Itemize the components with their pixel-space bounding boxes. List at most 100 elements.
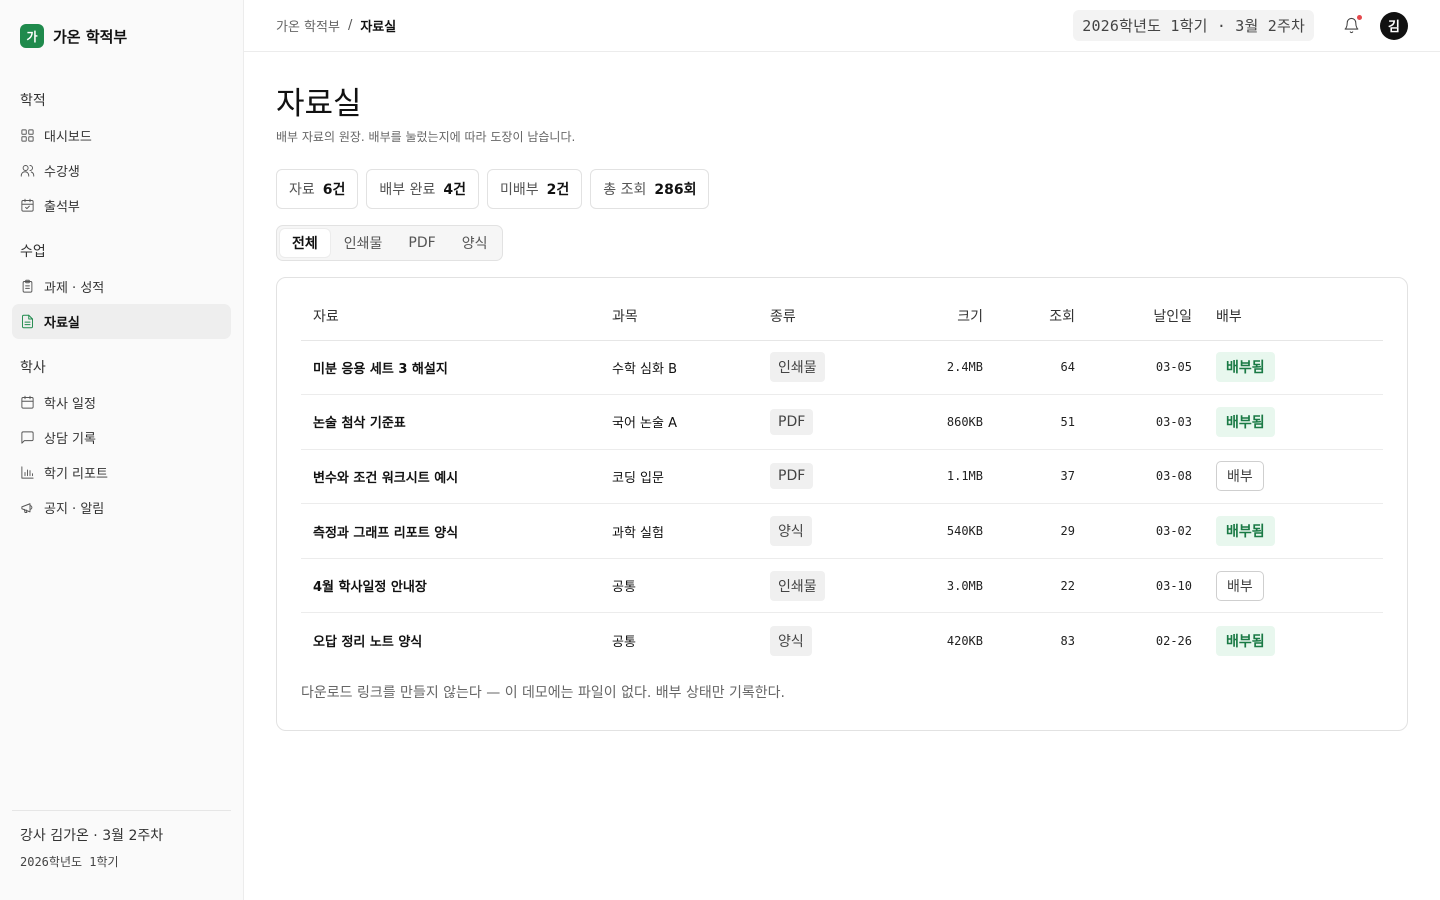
cell-subject: 국어 논술 A <box>600 394 758 450</box>
distributed-badge: 배부됨 <box>1216 352 1275 383</box>
calendar-icon <box>21 395 34 409</box>
type-pill: 인쇄물 <box>770 570 825 601</box>
table-row[interactable]: 미분 응용 세트 3 해설지 수학 심화 B 인쇄물 2.4MB 64 03-0… <box>301 340 1383 396</box>
page-subtitle: 배부 자료의 원장. 배부를 눌렀는지에 따라 도장이 남습니다. <box>276 130 576 144</box>
main: 가온 학적부 / 자료실 2026학년도 1학기 · 3월 2주차 김 자료실 … <box>244 0 1440 900</box>
sidebar-item-clipboard[interactable]: 과제 · 성적 <box>12 269 231 304</box>
table-header-row: 자료 과목 종류 크기 조회 날인일 배부 <box>301 292 1383 341</box>
term-info: 2026학년도 1학기 <box>20 855 119 869</box>
cell-type: PDF <box>758 449 878 505</box>
clipboard-icon <box>22 279 33 293</box>
stat-value: 4건 <box>443 182 466 198</box>
page-title: 자료실 <box>276 86 362 122</box>
sidebar-item-users[interactable]: 수강생 <box>12 153 231 188</box>
materials-table: 자료 과목 종류 크기 조회 날인일 배부 미분 응용 세트 3 해설지 수학 … <box>301 292 1383 668</box>
header-views[interactable]: 조회 <box>995 292 1087 341</box>
table-row[interactable]: 논술 첨삭 기준표 국어 논술 A PDF 860KB 51 03-03 배부됨 <box>301 394 1383 450</box>
cell-name: 측정과 그래프 리포트 양식 <box>301 503 600 559</box>
sidebar-item-message[interactable]: 상담 기록 <box>12 420 231 455</box>
tab-0[interactable]: 전체 <box>280 229 330 257</box>
sidebar-item-grid[interactable]: 대시보드 <box>12 118 231 153</box>
type-pill: 양식 <box>770 516 812 547</box>
cell-size: 420KB <box>946 633 983 648</box>
notification-dot <box>1357 14 1362 20</box>
sidebar-nav: 학적 대시보드 수강생 출석부 수업 과제 · 성적 자료실 학사 학사 일정 상담 기록 학기 리… <box>12 72 231 525</box>
header-size[interactable]: 크기 <box>878 292 995 341</box>
sidebar-item-label: 학기 리포트 <box>44 467 108 482</box>
material-name: 오답 정리 노트 양식 <box>313 635 423 651</box>
tab-1[interactable]: 인쇄물 <box>332 229 395 257</box>
breadcrumb-separator: / <box>347 18 353 33</box>
type-pill: PDF <box>770 408 814 435</box>
sidebar-item-label: 과제 · 성적 <box>44 281 105 296</box>
material-name: 논술 첨삭 기준표 <box>313 416 406 432</box>
table-row[interactable]: 4월 학사일정 안내장 공통 인쇄물 3.0MB 22 03-10 배부 <box>301 558 1383 614</box>
nav-section-title: 학사 <box>20 360 46 376</box>
table-row[interactable]: 변수와 조건 워크시트 예시 코딩 입문 PDF 1.1MB 37 03-08 … <box>301 449 1383 505</box>
sidebar-footer: 강사 김가온 · 3월 2주차 2026학년도 1학기 <box>12 810 231 900</box>
cell-status: 배부됨 <box>1204 503 1383 559</box>
cell-size: 3.0MB <box>878 558 995 614</box>
cell-date: 03-03 <box>1087 394 1204 450</box>
filter-tabs: 전체 인쇄물 PDF 양식 <box>276 225 504 261</box>
notifications-button[interactable] <box>1336 11 1366 41</box>
header-name[interactable]: 자료 <box>301 292 600 341</box>
users-icon <box>20 165 35 177</box>
sidebar-item-bar-chart[interactable]: 학기 리포트 <box>12 455 231 490</box>
breadcrumb-current: 자료실 <box>360 20 397 35</box>
cell-date: 03-05 <box>1087 340 1204 396</box>
tab-3[interactable]: 양식 <box>450 229 500 257</box>
sidebar-item-calendar[interactable]: 학사 일정 <box>12 385 231 420</box>
distribute-button[interactable]: 배부 <box>1216 461 1264 492</box>
cell-name: 미분 응용 세트 3 해설지 <box>301 340 600 396</box>
stat-value: 286회 <box>654 182 697 198</box>
cell-subject: 공통 <box>612 635 636 651</box>
distribute-button[interactable]: 배부 <box>1216 570 1264 601</box>
sidebar-item-file-text[interactable]: 자료실 <box>12 304 231 339</box>
topbar: 가온 학적부 / 자료실 2026학년도 1학기 · 3월 2주차 김 <box>244 0 1440 52</box>
stat-chip: 미배부 2건 <box>487 169 583 209</box>
tab-2[interactable]: PDF <box>396 229 447 257</box>
brand[interactable]: 가 가온 학적부 <box>12 0 231 72</box>
cell-type: 인쇄물 <box>758 558 878 614</box>
cell-name: 오답 정리 노트 양식 <box>301 613 600 668</box>
brand-name: 가온 학적부 <box>53 27 128 46</box>
distributed-badge: 배부됨 <box>1216 406 1275 437</box>
cell-size: 860KB <box>878 394 995 450</box>
cell-views: 22 <box>995 558 1087 614</box>
nav-section-title: 학적 <box>20 93 46 109</box>
breadcrumb-root[interactable]: 가온 학적부 <box>276 16 340 35</box>
table-row[interactable]: 오답 정리 노트 양식 공통 양식 420KB 83 02-26 배부됨 <box>301 613 1383 668</box>
cell-name: 4월 학사일정 안내장 <box>301 558 600 614</box>
stat-label: 배부 완료 <box>379 182 436 198</box>
cell-name: 변수와 조건 워크시트 예시 <box>301 449 600 505</box>
materials-card: 자료 과목 종류 크기 조회 날인일 배부 미분 응용 세트 3 해설지 수학 … <box>276 277 1408 731</box>
material-name: 변수와 조건 워크시트 예시 <box>313 470 459 486</box>
header-subject[interactable]: 과목 <box>600 292 758 341</box>
message-icon <box>21 431 34 444</box>
stat-label: 자료 <box>289 182 315 198</box>
cell-status: 배부됨 <box>1204 613 1383 668</box>
material-name: 4월 학사일정 안내장 <box>313 580 427 596</box>
avatar[interactable]: 김 <box>1380 11 1408 40</box>
table-row[interactable]: 측정과 그래프 리포트 양식 과학 실험 양식 540KB 29 03-02 배… <box>301 503 1383 559</box>
sidebar-item-label: 자료실 <box>44 316 80 331</box>
sidebar: 가 가온 학적부 학적 대시보드 수강생 출석부 수업 과제 · 성적 자료실 학사 학사 일정… <box>0 0 244 900</box>
cell-subject: 공통 <box>600 558 758 614</box>
megaphone-icon <box>21 503 33 513</box>
distributed-badge: 배부됨 <box>1216 625 1275 656</box>
sidebar-item-megaphone[interactable]: 공지 · 알림 <box>12 490 231 525</box>
cell-views: 37 <box>995 449 1087 505</box>
instructor-info: 강사 김가온 · 3월 2주차 <box>20 828 164 844</box>
cell-status: 배부 <box>1204 449 1383 505</box>
material-name: 측정과 그래프 리포트 양식 <box>313 525 459 541</box>
cell-views: 51 <box>995 394 1087 450</box>
material-name: 미분 응용 세트 3 해설지 <box>313 361 448 377</box>
cell-type: 양식 <box>758 613 878 668</box>
header-date[interactable]: 날인일 <box>1087 292 1204 341</box>
cell-views: 29 <box>995 503 1087 559</box>
sidebar-item-calendar-check[interactable]: 출석부 <box>12 188 231 223</box>
header-type[interactable]: 종류 <box>758 292 878 341</box>
distributed-badge: 배부됨 <box>1216 516 1275 547</box>
header-status[interactable]: 배부 <box>1204 292 1383 341</box>
